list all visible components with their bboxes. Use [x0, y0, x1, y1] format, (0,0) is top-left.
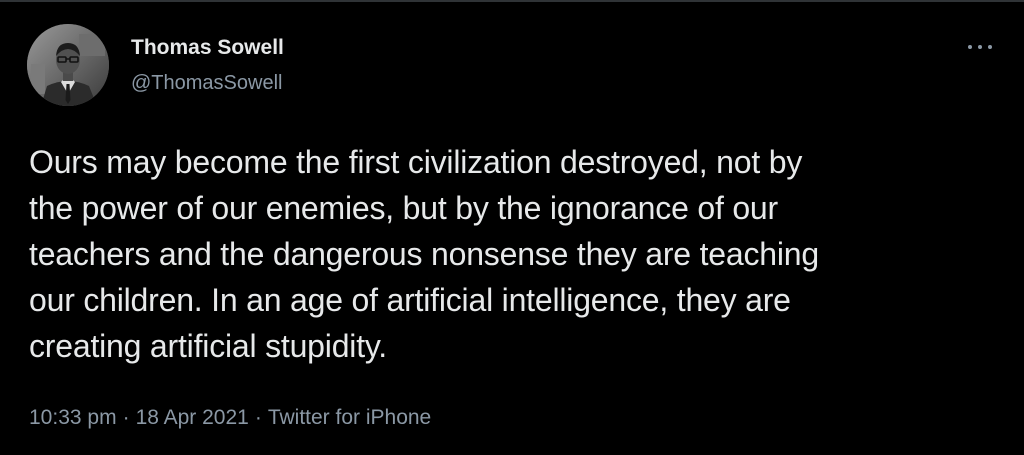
tweet-time[interactable]: 10:33 pm: [29, 406, 117, 429]
tweet-card: Thomas Sowell @ThomasSowell Ours may bec…: [0, 0, 1024, 455]
tweet-text-line: the power of our enemies, but by the ign…: [29, 190, 778, 226]
top-divider: [0, 0, 1024, 2]
meta-separator: ·: [122, 406, 130, 429]
tweet-date[interactable]: 18 Apr 2021: [136, 406, 249, 429]
tweet-source-link[interactable]: Twitter for iPhone: [268, 406, 431, 429]
tweet-metadata: 10:33 pm · 18 Apr 2021 · Twitter for iPhone: [29, 404, 431, 432]
author-handle[interactable]: @ThomasSowell: [131, 71, 282, 95]
tweet-text-line: Ours may become the first civilization d…: [29, 144, 803, 180]
meta-separator: ·: [254, 406, 262, 429]
profile-photo-avatar-icon: [27, 24, 109, 106]
tweet-text-line: our children. In an age of artificial in…: [29, 282, 791, 318]
tweet-text-line: teachers and the dangerous nonsense they…: [29, 236, 819, 272]
more-options-button[interactable]: [962, 34, 998, 60]
avatar[interactable]: [27, 24, 109, 106]
tweet-text-line: creating artificial stupidity.: [29, 328, 388, 364]
author-name[interactable]: Thomas Sowell: [131, 36, 284, 60]
tweet-text: Ours may become the first civilization d…: [29, 139, 1009, 369]
